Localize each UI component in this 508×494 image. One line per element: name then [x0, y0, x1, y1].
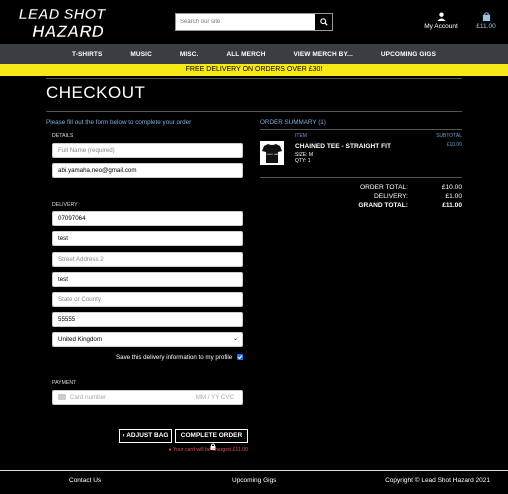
footer-copyright: Copyright © Lead Shot Hazard 2021	[385, 477, 490, 484]
page-title: CHECKOUT	[46, 83, 146, 102]
checkout-intro: Please fill out the form below to comple…	[46, 119, 192, 126]
nav-item-misc[interactable]: MISC.	[180, 51, 199, 58]
order-summary-title: ORDER SUMMARY (1)	[260, 119, 326, 126]
order-total-label: ORDER TOTAL:	[360, 184, 408, 191]
item-subtotal: £10.00	[446, 142, 462, 148]
t-shirt-image: LEAD SHOT HAZARD	[261, 144, 283, 163]
search-box	[175, 13, 333, 31]
site-footer: Contact Us Upcoming Gigs Copyright © Lea…	[0, 470, 508, 494]
card-number-placeholder: Card number	[70, 394, 107, 401]
adjust-bag-label: ADJUST BAG	[126, 432, 169, 439]
main-nav: T-SHIRTS MUSIC MISC. ALL MERCH VIEW MERC…	[0, 44, 508, 64]
delivery-label: DELIVERY	[52, 202, 78, 208]
subtotal-column-header: SUBTOTAL	[436, 133, 462, 139]
item-qty: QTY: 1	[295, 158, 311, 164]
site-header: LEAD SHOT HAZARD My Account £11.00	[0, 0, 508, 44]
adjust-bag-button[interactable]: ‹ ADJUST BAG	[119, 429, 172, 443]
divider	[260, 177, 462, 178]
email-field[interactable]	[52, 163, 243, 178]
phone-field[interactable]	[52, 211, 243, 226]
details-label: DETAILS	[52, 133, 74, 139]
footer-contact-link[interactable]: Contact Us	[69, 477, 101, 484]
chevron-down-icon: ⌄	[232, 336, 238, 342]
charge-note-text: Your card will be charged £11.00	[173, 447, 248, 453]
county-field[interactable]	[52, 292, 243, 307]
user-icon	[436, 12, 446, 21]
town-field[interactable]	[52, 272, 243, 287]
complete-order-label: COMPLETE ORDER	[180, 432, 243, 439]
nav-item-music[interactable]: MUSIC	[130, 51, 151, 58]
cart-total: £11.00	[476, 23, 496, 30]
order-total-value: £10.00	[441, 184, 462, 191]
charge-note: ● Your card will be charged £11.00	[46, 447, 248, 453]
save-info-label: Save this delivery information to my pro…	[116, 354, 233, 361]
complete-order-button[interactable]: COMPLETE ORDER	[175, 429, 248, 450]
search-input[interactable]	[176, 14, 316, 30]
card-expiry-cvc-placeholder: MM / YY CVC	[195, 394, 234, 401]
delivery-cost-label: DELIVERY:	[374, 193, 408, 200]
check-icon	[237, 355, 243, 360]
site-logo[interactable]: LEAD SHOT HAZARD	[10, 4, 114, 40]
country-value: United Kingdom	[58, 336, 103, 343]
grand-total-label: GRAND TOTAL:	[358, 202, 408, 209]
street-address-1-field[interactable]	[52, 231, 243, 246]
divider	[260, 129, 462, 130]
search-button[interactable]	[315, 14, 332, 30]
nav-item-view-merch-by[interactable]: VIEW MERCH BY...	[294, 51, 353, 58]
shopping-bag-link[interactable]: £11.00	[474, 12, 498, 30]
my-account-label: My Account	[424, 23, 458, 30]
save-info-checkbox[interactable]	[237, 354, 243, 361]
divider	[46, 78, 462, 79]
product-thumbnail-text: LEAD SHOT HAZARD	[261, 153, 283, 156]
save-info-row[interactable]: Save this delivery information to my pro…	[52, 354, 243, 361]
nav-item-upcoming-gigs[interactable]: UPCOMING GIGS	[381, 51, 436, 58]
grand-total-value: £11.00	[442, 202, 462, 209]
postcode-field[interactable]	[52, 312, 243, 327]
credit-card-icon	[58, 394, 66, 400]
country-select[interactable]: United Kingdom ⌄	[52, 332, 243, 347]
logo-line-2: HAZARD	[32, 22, 104, 40]
street-address-2-field[interactable]	[52, 252, 243, 267]
shopping-bag-icon	[482, 12, 490, 21]
card-number-field[interactable]: Card number MM / YY CVC	[52, 390, 243, 405]
item-name: CHAINED TEE - STRAIGHT FIT	[295, 143, 391, 150]
my-account-link[interactable]: My Account	[421, 12, 461, 30]
footer-gigs-link[interactable]: Upcoming Gigs	[232, 477, 276, 484]
delivery-cost-value: £1.00	[445, 193, 462, 200]
full-name-field[interactable]	[52, 143, 243, 158]
product-thumbnail[interactable]: LEAD SHOT HAZARD	[260, 141, 284, 165]
nav-item-all-merch[interactable]: ALL MERCH	[226, 51, 265, 58]
delivery-banner: FREE DELIVERY ON ORDERS OVER £30!	[0, 64, 508, 76]
divider	[46, 111, 462, 112]
nav-item-t-shirts[interactable]: T-SHIRTS	[72, 51, 102, 58]
payment-label: PAYMENT	[52, 380, 77, 386]
item-column-header: ITEM	[295, 133, 307, 139]
logo-line-1: LEAD SHOT	[19, 6, 108, 23]
search-icon	[319, 18, 328, 26]
